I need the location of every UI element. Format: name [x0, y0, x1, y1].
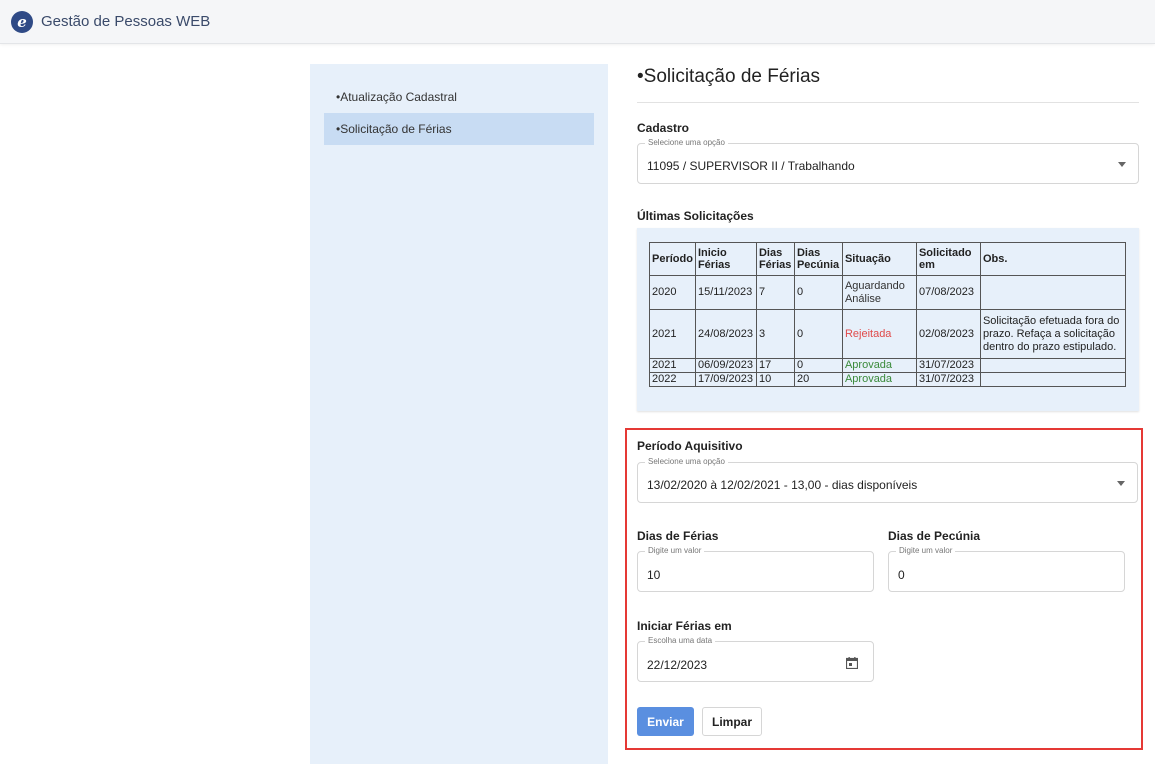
- cell-situacao: Aguardando Análise: [841, 275, 917, 310]
- enviar-button[interactable]: Enviar: [637, 707, 694, 736]
- column-header: Solicitado em: [915, 242, 981, 276]
- table-row: 2021 24/08/2023 3 0 Rejeitada 02/08/2023…: [649, 309, 1127, 359]
- column-header: Dias Férias: [755, 242, 795, 276]
- iniciar-ferias-value: 22/12/2023: [647, 658, 708, 672]
- column-header: Período: [649, 242, 696, 276]
- dias-ferias-input[interactable]: Digite um valor 10: [637, 546, 874, 592]
- periodo-aquisitivo-label: Período Aquisitivo: [637, 439, 743, 453]
- ultimas-solicitacoes-label: Últimas Solicitações: [637, 209, 754, 223]
- table-header-row: Período Inicio Férias Dias Férias Dias P…: [649, 242, 1127, 276]
- title-divider: [637, 102, 1139, 103]
- table-row: 2021 06/09/2023 17 0 Aprovada 31/07/2023: [649, 358, 1127, 373]
- table-row: 2020 15/11/2023 7 0 Aguardando Análise 0…: [649, 275, 1127, 310]
- table-row: 2022 17/09/2023 10 20 Aprovada 31/07/202…: [649, 372, 1127, 387]
- cell-dias-pecunia: 20: [793, 372, 843, 387]
- requests-table: Período Inicio Férias Dias Férias Dias P…: [649, 242, 1127, 387]
- periodo-aquisitivo-select[interactable]: Selecione uma opção 13/02/2020 à 12/02/2…: [637, 457, 1138, 503]
- dias-ferias-legend: Digite um valor: [645, 546, 705, 556]
- dias-pecunia-value: 0: [898, 568, 905, 582]
- cell-periodo: 2020: [649, 275, 696, 310]
- iniciar-ferias-label: Iniciar Férias em: [637, 619, 732, 633]
- cell-dias-ferias: 17: [755, 358, 795, 373]
- cadastro-select[interactable]: Selecione uma opção 11095 / SUPERVISOR I…: [637, 138, 1139, 184]
- app-title[interactable]: Gestão de Pessoas WEB: [41, 13, 210, 30]
- iniciar-ferias-legend: Escolha uma data: [645, 636, 716, 646]
- cell-periodo: 2022: [649, 372, 696, 387]
- cell-dias-ferias: 7: [755, 275, 795, 310]
- column-header: Situação: [841, 242, 917, 276]
- calendar-icon[interactable]: [846, 657, 858, 669]
- chevron-down-icon[interactable]: [1118, 162, 1126, 167]
- cell-dias-pecunia: 0: [793, 358, 843, 373]
- column-header: Dias Pecúnia: [793, 242, 843, 276]
- cell-dias-pecunia: 0: [793, 275, 843, 310]
- cell-dias-pecunia: 0: [793, 309, 843, 359]
- cell-situacao: Aprovada: [841, 358, 917, 373]
- iniciar-ferias-date-input[interactable]: Escolha uma data 22/12/2023: [637, 636, 874, 682]
- column-header: Obs.: [979, 242, 1127, 276]
- cell-inicio: 17/09/2023: [694, 372, 757, 387]
- sidebar-item-atualizacao-cadastral[interactable]: •Atualização Cadastral: [324, 81, 594, 113]
- app-logo-icon[interactable]: e: [11, 10, 33, 33]
- cell-obs: [979, 275, 1127, 310]
- cell-solicitado: 31/07/2023: [915, 372, 981, 387]
- periodo-legend: Selecione uma opção: [645, 457, 728, 467]
- periodo-value: 13/02/2020 à 12/02/2021 - 13,00 - dias d…: [647, 478, 918, 492]
- cell-inicio: 06/09/2023: [694, 358, 757, 373]
- chevron-down-icon[interactable]: [1117, 481, 1125, 486]
- cell-solicitado: 31/07/2023: [915, 358, 981, 373]
- cell-periodo: 2021: [649, 358, 696, 373]
- cell-situacao: Aprovada: [841, 372, 917, 387]
- dias-ferias-value: 10: [647, 568, 661, 582]
- cell-obs: [979, 358, 1127, 373]
- sidebar-item-solicitacao-ferias[interactable]: •Solicitação de Férias: [324, 113, 594, 145]
- sidebar: •Atualização Cadastral •Solicitação de F…: [310, 64, 608, 764]
- cell-inicio: 24/08/2023: [694, 309, 757, 359]
- cell-dias-ferias: 3: [755, 309, 795, 359]
- cell-inicio: 15/11/2023: [694, 275, 757, 310]
- dias-pecunia-legend: Digite um valor: [896, 546, 956, 556]
- cell-solicitado: 07/08/2023: [915, 275, 981, 310]
- cadastro-label: Cadastro: [637, 121, 690, 135]
- cell-obs: Solicitação efetuada fora do prazo. Refa…: [979, 309, 1127, 359]
- requests-table-card: Período Inicio Férias Dias Férias Dias P…: [637, 228, 1139, 411]
- cell-dias-ferias: 10: [755, 372, 795, 387]
- cell-obs: [979, 372, 1127, 387]
- top-bar: e Gestão de Pessoas WEB: [0, 0, 1155, 44]
- dias-pecunia-input[interactable]: Digite um valor 0: [888, 546, 1125, 592]
- cadastro-value: 11095 / SUPERVISOR II / Trabalhando: [647, 159, 855, 173]
- cell-solicitado: 02/08/2023: [915, 309, 981, 359]
- cell-periodo: 2021: [649, 309, 696, 359]
- column-header: Inicio Férias: [694, 242, 757, 276]
- page-title: •Solicitação de Férias: [637, 66, 821, 87]
- cell-situacao: Rejeitada: [841, 309, 917, 359]
- dias-pecunia-label: Dias de Pecúnia: [888, 529, 981, 543]
- dias-ferias-label: Dias de Férias: [637, 529, 719, 543]
- limpar-button[interactable]: Limpar: [702, 707, 762, 736]
- cadastro-legend: Selecione uma opção: [645, 138, 728, 148]
